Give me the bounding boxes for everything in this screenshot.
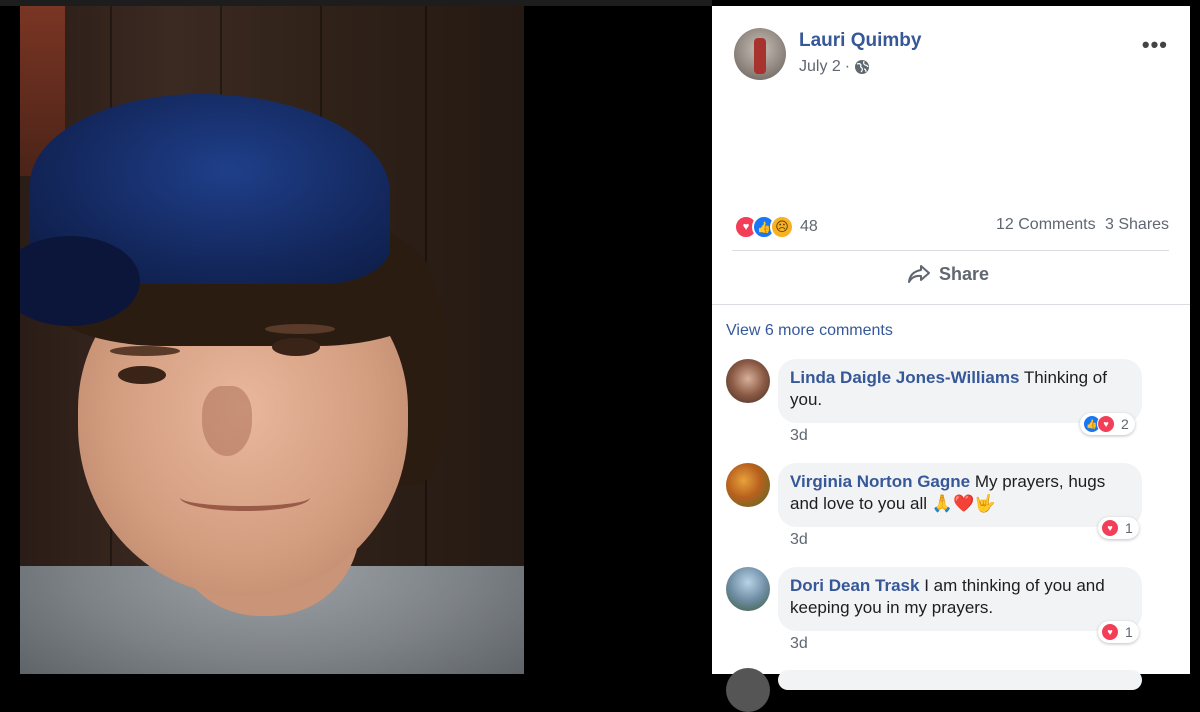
love-reaction-icon: ♥ xyxy=(1101,519,1119,537)
comment-author[interactable]: Dori Dean Trask xyxy=(790,576,919,595)
reaction-count[interactable]: 48 xyxy=(800,218,818,236)
share-button[interactable]: Share xyxy=(907,263,989,285)
date-separator: · xyxy=(844,58,851,75)
comment-bubble: Virginia Norton Gagne My prayers, hugs a… xyxy=(778,463,1142,527)
post-meta: July 2 · xyxy=(799,58,870,76)
comment-time[interactable]: 3d xyxy=(790,531,808,549)
comment-avatar[interactable] xyxy=(726,567,770,611)
comment-time[interactable]: 3d xyxy=(790,635,808,653)
photo-viewer xyxy=(0,0,712,674)
comment-count[interactable]: 12 Comments xyxy=(996,216,1096,234)
globe-icon xyxy=(855,60,870,74)
comment-avatar[interactable] xyxy=(726,359,770,403)
comment-bubble: Dori Dean Trask I am thinking of you and… xyxy=(778,567,1142,631)
comment-reactions[interactable]: ♥ 1 xyxy=(1098,517,1139,539)
post-photo[interactable] xyxy=(20,6,524,674)
comment-reactions[interactable]: 👍 ♥ 2 xyxy=(1080,413,1135,435)
view-more-comments-link[interactable]: View 6 more comments xyxy=(726,322,893,340)
comment-reaction-count: 1 xyxy=(1125,520,1133,536)
comment-reaction-count: 1 xyxy=(1125,624,1133,640)
author-avatar[interactable] xyxy=(734,28,786,80)
comment-avatar[interactable] xyxy=(726,463,770,507)
share-count[interactable]: 3 Shares xyxy=(1105,216,1169,234)
share-button-label: Share xyxy=(939,263,990,284)
comment-time[interactable]: 3d xyxy=(790,427,808,445)
share-icon xyxy=(908,265,930,283)
post-author-name[interactable]: Lauri Quimby xyxy=(799,30,921,52)
comment-author[interactable]: Linda Daigle Jones-Williams xyxy=(790,368,1019,387)
divider xyxy=(712,304,1190,305)
reaction-summary[interactable]: ♥ 👍 ☹ 48 xyxy=(734,215,818,239)
post-panel: Lauri Quimby July 2 · ••• ♥ 👍 ☹ 48 12 Co… xyxy=(712,6,1190,712)
panel-edge xyxy=(1190,0,1200,674)
post-date[interactable]: July 2 xyxy=(799,58,841,76)
comment-avatar[interactable] xyxy=(726,668,770,712)
divider xyxy=(732,250,1169,251)
comment-bubble xyxy=(778,670,1142,690)
comment-author[interactable]: Virginia Norton Gagne xyxy=(790,472,970,491)
more-options-icon[interactable]: ••• xyxy=(1142,32,1168,58)
love-reaction-icon: ♥ xyxy=(1101,623,1119,641)
sad-reaction-icon: ☹ xyxy=(770,215,794,239)
comment-emoji: 🙏❤️🤟 xyxy=(931,494,996,513)
love-reaction-icon: ♥ xyxy=(1097,415,1115,433)
comment-reactions[interactable]: ♥ 1 xyxy=(1098,621,1139,643)
comment-reaction-count: 2 xyxy=(1121,416,1129,432)
